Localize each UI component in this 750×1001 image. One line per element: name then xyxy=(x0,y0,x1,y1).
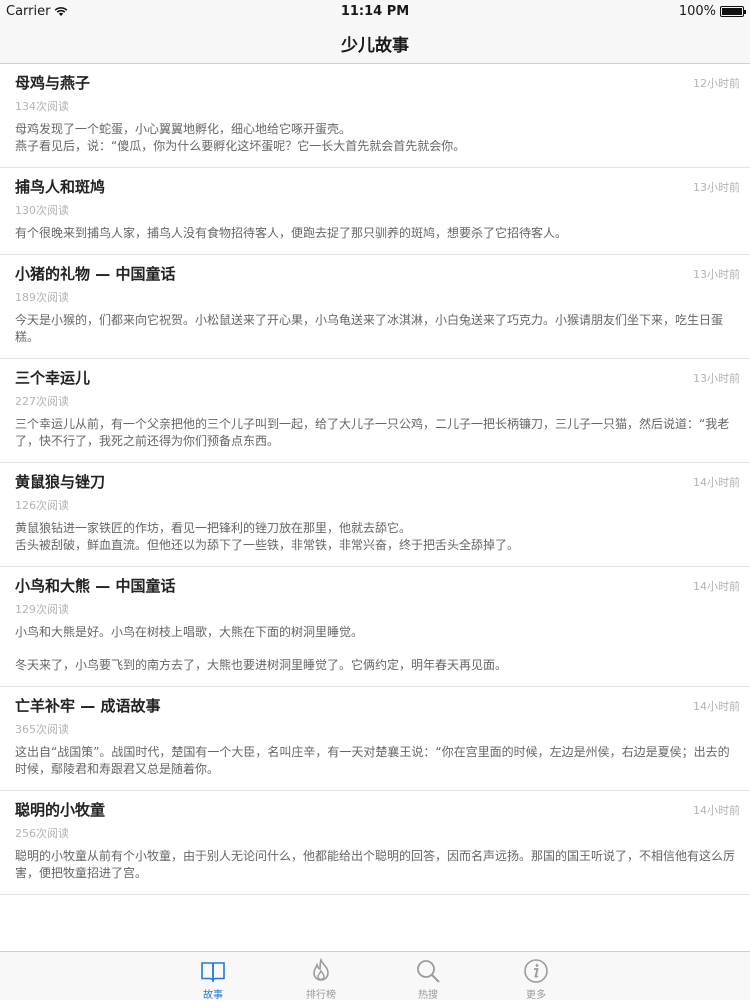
story-summary-line: 冬天来了，小鸟要飞到的南方去了，大熊也要进树洞里睡觉了。它俩约定，明年春天再见面… xyxy=(15,657,740,674)
search-icon xyxy=(415,958,441,984)
story-summary-line: 三个幸运儿从前，有一个父亲把他的三个儿子叫到一起，给了大儿子一只公鸡，二儿子一把… xyxy=(15,416,740,450)
story-timestamp: 14小时前 xyxy=(693,474,740,490)
story-list-item[interactable]: 聪明的小牧童14小时前 256次阅读聪明的小牧童从前有个小牧童，由于别人无论问什么… xyxy=(0,791,750,895)
tab-more[interactable]: 更多 xyxy=(501,958,571,1001)
flame-icon xyxy=(308,958,334,984)
story-summary-line: 聪明的小牧童从前有个小牧童，由于别人无论问什么，他都能给出个聪明的回答，因而名声… xyxy=(15,848,740,882)
tab-label: 排行榜 xyxy=(286,986,356,1001)
story-title: 小鸟和大熊 — 中国童话 xyxy=(15,575,740,597)
tab-label: 故事 xyxy=(178,986,248,1001)
tab-hot-search[interactable]: 热搜 xyxy=(393,958,463,1001)
story-list-item[interactable]: 黄鼠狼与锉刀14小时前126次阅读黄鼠狼钻进一家铁匠的作坊，看见一把锋利的锉刀放… xyxy=(0,463,750,567)
story-read-count: 134次阅读 xyxy=(15,99,740,115)
story-read-count: 365次阅读 xyxy=(15,722,740,738)
story-summary: 有个很晚来到捕鸟人家，捕鸟人没有食物招待客人，便跑去捉了那只驯养的斑鸠，想要杀了… xyxy=(15,225,740,242)
story-title: 黄鼠狼与锉刀 xyxy=(15,471,740,493)
story-list-item[interactable]: 三个幸运儿13小时前 227次阅读三个幸运儿从前，有一个父亲把他的三个儿子叫到一起… xyxy=(0,359,750,463)
story-summary: 聪明的小牧童从前有个小牧童，由于别人无论问什么，他都能给出个聪明的回答，因而名声… xyxy=(15,848,740,882)
battery-percent: 100% xyxy=(679,4,716,19)
story-timestamp: 14小时前 xyxy=(693,802,740,818)
story-title: 母鸡与燕子 xyxy=(15,72,740,94)
story-list-item[interactable]: 亡羊补牢 — 成语故事14小时前 365次阅读这出自“战国策”。战国时代，楚国有一… xyxy=(0,687,750,791)
story-title: 捕鸟人和斑鸠 xyxy=(15,176,740,198)
story-timestamp: 14小时前 xyxy=(693,578,740,594)
battery-indicator: 100% xyxy=(679,4,744,19)
story-timestamp: 14小时前 xyxy=(693,698,740,714)
story-summary-line: 小鸟和大熊是好。小鸟在树枝上唱歌，大熊在下面的树洞里睡觉。 xyxy=(15,624,740,641)
tab-bar: 故事 排行榜 热搜 更多 xyxy=(0,951,750,1000)
story-summary: 小鸟和大熊是好。小鸟在树枝上唱歌，大熊在下面的树洞里睡觉。冬天来了，小鸟要飞到的… xyxy=(15,624,740,674)
story-list-item[interactable]: 小猪的礼物 — 中国童话13小时前 189次阅读今天是小猴的，们都来向它祝贺。小松… xyxy=(0,255,750,359)
book-icon xyxy=(200,958,226,984)
tab-stories[interactable]: 故事 xyxy=(178,958,248,1001)
story-read-count: 129次阅读 xyxy=(15,602,740,618)
story-list[interactable]: 母鸡与燕子12小时前134次阅读母鸡发现了一个蛇蛋，小心翼翼地孵化，细心地给它啄… xyxy=(0,64,750,951)
info-icon xyxy=(523,958,549,984)
story-read-count: 130次阅读 xyxy=(15,203,740,219)
story-title: 聪明的小牧童 xyxy=(15,799,740,821)
story-summary: 今天是小猴的，们都来向它祝贺。小松鼠送来了开心果，小乌龟送来了冰淇淋，小白兔送来… xyxy=(15,312,740,346)
clock: 11:14 PM xyxy=(0,4,750,19)
story-read-count: 256次阅读 xyxy=(15,826,740,842)
story-summary: 黄鼠狼钻进一家铁匠的作坊，看见一把锋利的锉刀放在那里，他就去舔它。舌头被刮破，鲜… xyxy=(15,520,740,554)
story-summary: 三个幸运儿从前，有一个父亲把他的三个儿子叫到一起，给了大儿子一只公鸡，二儿子一把… xyxy=(15,416,740,450)
story-title: 小猪的礼物 — 中国童话 xyxy=(15,263,740,285)
tab-label: 热搜 xyxy=(393,986,463,1001)
battery-icon xyxy=(720,6,744,17)
story-summary-line: 母鸡发现了一个蛇蛋，小心翼翼地孵化，细心地给它啄开蛋壳。 xyxy=(15,121,740,138)
story-title: 三个幸运儿 xyxy=(15,367,740,389)
story-title: 亡羊补牢 — 成语故事 xyxy=(15,695,740,717)
story-list-item[interactable]: 小鸟和大熊 — 中国童话14小时前129次阅读小鸟和大熊是好。小鸟在树枝上唱歌，… xyxy=(0,567,750,687)
story-read-count: 227次阅读 xyxy=(15,394,740,410)
story-timestamp: 13小时前 xyxy=(693,370,740,386)
story-summary-line: 今天是小猴的，们都来向它祝贺。小松鼠送来了开心果，小乌龟送来了冰淇淋，小白兔送来… xyxy=(15,312,740,346)
page-title: 少儿故事 xyxy=(0,31,750,56)
story-summary-line: 这出自“战国策”。战国时代，楚国有一个大臣，名叫庄辛，有一天对楚襄王说：“你在宫… xyxy=(15,744,740,778)
status-bar: Carrier 11:14 PM 100% xyxy=(0,0,750,22)
story-summary-line: 有个很晚来到捕鸟人家，捕鸟人没有食物招待客人，便跑去捉了那只驯养的斑鸠，想要杀了… xyxy=(15,225,740,242)
story-list-item[interactable]: 母鸡与燕子12小时前134次阅读母鸡发现了一个蛇蛋，小心翼翼地孵化，细心地给它啄… xyxy=(0,64,750,168)
story-read-count: 189次阅读 xyxy=(15,290,740,306)
story-summary: 母鸡发现了一个蛇蛋，小心翼翼地孵化，细心地给它啄开蛋壳。燕子看见后，说：“傻瓜，… xyxy=(15,121,740,155)
story-read-count: 126次阅读 xyxy=(15,498,740,514)
story-summary: 这出自“战国策”。战国时代，楚国有一个大臣，名叫庄辛，有一天对楚襄王说：“你在宫… xyxy=(15,744,740,778)
navigation-bar: 少儿故事 xyxy=(0,22,750,64)
story-list-item[interactable]: 捕鸟人和斑鸠13小时前 130次阅读有个很晚来到捕鸟人家，捕鸟人没有食物招待客人，… xyxy=(0,168,750,255)
story-summary-line: 舌头被刮破，鲜血直流。但他还以为舔下了一些铁，非常铁，非常兴奋，终于把舌头全舔掉… xyxy=(15,537,740,554)
tab-label: 更多 xyxy=(501,986,571,1001)
story-timestamp: 13小时前 xyxy=(693,266,740,282)
story-timestamp: 12小时前 xyxy=(693,75,740,91)
story-timestamp: 13小时前 xyxy=(693,179,740,195)
story-summary-line: 燕子看见后，说：“傻瓜，你为什么要孵化这坏蛋呢？它一长大首先就会首先就会你。 xyxy=(15,138,740,155)
story-summary-line: 黄鼠狼钻进一家铁匠的作坊，看见一把锋利的锉刀放在那里，他就去舔它。 xyxy=(15,520,740,537)
tab-ranking[interactable]: 排行榜 xyxy=(286,958,356,1001)
